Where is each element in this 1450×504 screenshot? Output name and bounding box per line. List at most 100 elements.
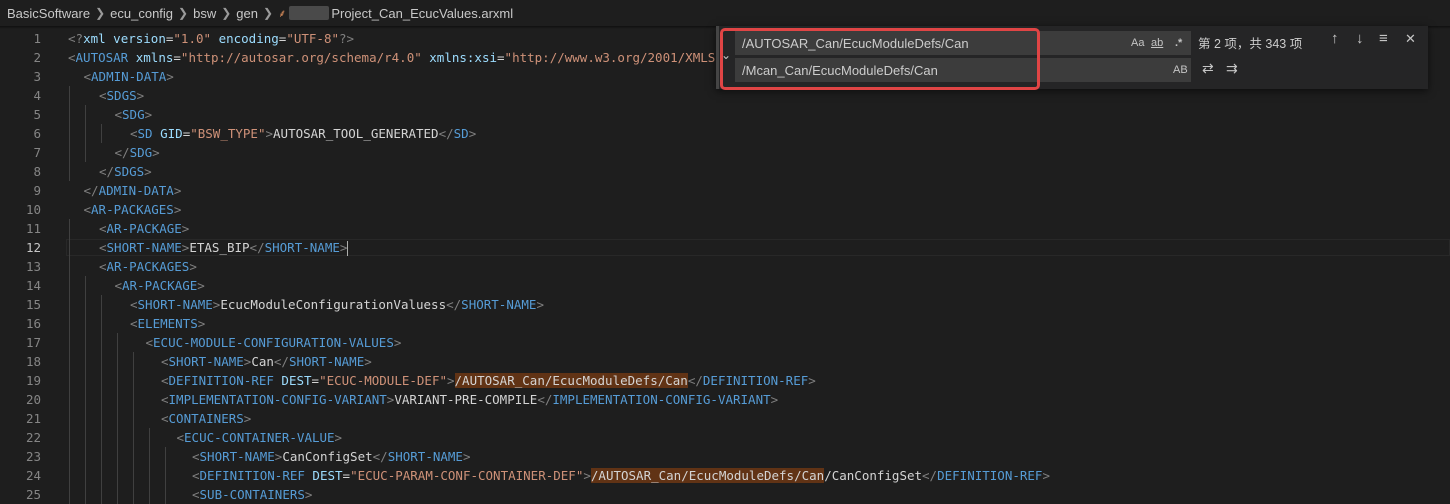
indent-guide: [149, 447, 150, 466]
indent-guide: [69, 238, 70, 257]
code-token: IMPLEMENTATION-CONFIG-VARIANT: [168, 392, 387, 407]
code-token: "ECUC-PARAM-CONF-CONTAINER-DEF": [350, 468, 584, 483]
code-line[interactable]: 8 </SDGS>: [0, 162, 1450, 181]
line-code[interactable]: <CONTAINERS>: [161, 409, 251, 428]
code-token: AUTOSAR: [75, 50, 136, 65]
code-token: SDG: [122, 107, 145, 122]
regex-icon[interactable]: .*: [1175, 35, 1182, 51]
line-code[interactable]: <AUTOSAR xmlns="http://autosar.org/schem…: [68, 48, 828, 67]
indent-guide: [69, 428, 70, 447]
code-token: EcucModuleConfigurationValuess: [220, 297, 447, 312]
find-input[interactable]: [735, 31, 1115, 55]
match-case-icon[interactable]: Aa: [1131, 35, 1144, 51]
code-line[interactable]: 18 <SHORT-NAME>Can</SHORT-NAME>: [0, 352, 1450, 371]
code-line[interactable]: 17 <ECUC-MODULE-CONFIGURATION-VALUES>: [0, 333, 1450, 352]
arrow-up-icon[interactable]: ↑: [1331, 31, 1339, 47]
line-code[interactable]: <?xml version="1.0" encoding="UTF-8"?>: [68, 29, 354, 48]
line-code[interactable]: <SDGS>: [99, 86, 144, 105]
resize-sash[interactable]: [716, 26, 719, 89]
code-line[interactable]: 22 <ECUC-CONTAINER-VALUE>: [0, 428, 1450, 447]
breadcrumb-item-file[interactable]: Project_Can_EcucValues.arxml: [331, 6, 513, 21]
replace-all-icon[interactable]: ⇉: [1226, 60, 1238, 77]
code-line[interactable]: 23 <SHORT-NAME>CanConfigSet</SHORT-NAME>: [0, 447, 1450, 466]
code-editor[interactable]: 1 <?xml version="1.0" encoding="UTF-8"?> 2…: [0, 26, 1450, 504]
line-number: 25: [25, 487, 41, 502]
code-line[interactable]: 11 <AR-PACKAGE>: [0, 219, 1450, 238]
code-line[interactable]: 25 <SUB-CONTAINERS>: [0, 485, 1450, 504]
indent-guide: [117, 352, 118, 371]
find-in-selection-icon[interactable]: ≡: [1379, 31, 1388, 47]
preserve-case-icon[interactable]: AB: [1173, 62, 1188, 78]
code-token: SDG: [129, 145, 153, 160]
line-code[interactable]: <SUB-CONTAINERS>: [192, 485, 312, 504]
code-token: >: [144, 164, 152, 179]
indent-guide: [165, 466, 166, 485]
arrow-down-icon[interactable]: ↓: [1356, 31, 1364, 47]
line-code[interactable]: <ECUC-MODULE-CONFIGURATION-VALUES>: [146, 333, 402, 352]
code-line[interactable]: 7 </SDG>: [0, 143, 1450, 162]
line-code[interactable]: <ECUC-CONTAINER-VALUE>: [177, 428, 343, 447]
code-line[interactable]: 12 <SHORT-NAME>ETAS_BIP</SHORT-NAME>: [0, 238, 1450, 257]
indent-guide: [117, 466, 118, 485]
code-line[interactable]: 21 <CONTAINERS>: [0, 409, 1450, 428]
indent-guide: [69, 447, 70, 466]
indent-guide: [69, 143, 70, 162]
whole-word-icon[interactable]: ab: [1151, 35, 1163, 51]
code-line[interactable]: 14 <AR-PACKAGE>: [0, 276, 1450, 295]
line-code[interactable]: <SHORT-NAME>Can</SHORT-NAME>: [161, 352, 372, 371]
line-code[interactable]: <SDG>: [115, 105, 153, 124]
code-token: ?>: [339, 31, 355, 46]
code-line[interactable]: 16 <ELEMENTS>: [0, 314, 1450, 333]
indent-guide: [69, 219, 70, 238]
line-code[interactable]: <SD GID="BSW_TYPE">AUTOSAR_TOOL_GENERATE…: [130, 124, 476, 143]
line-code[interactable]: <ELEMENTS>: [130, 314, 205, 333]
line-code[interactable]: <AR-PACKAGE>: [115, 276, 205, 295]
code-line[interactable]: 9 </ADMIN-DATA>: [0, 181, 1450, 200]
code-token: encoding: [218, 31, 279, 46]
code-line[interactable]: 19 <DEFINITION-REF DEST="ECUC-MODULE-DEF"…: [0, 371, 1450, 390]
close-icon[interactable]: ✕: [1405, 31, 1416, 47]
code-token: >: [166, 69, 174, 84]
code-line[interactable]: 13 <AR-PACKAGES>: [0, 257, 1450, 276]
breadcrumb-item-basicsoftware[interactable]: BasicSoftware: [7, 6, 90, 21]
breadcrumb-item-gen[interactable]: gen: [236, 6, 258, 21]
breadcrumb-item-ecu-config[interactable]: ecu_config: [110, 6, 173, 21]
line-code[interactable]: </SDG>: [115, 143, 160, 162]
replace-input[interactable]: [735, 58, 1115, 82]
code-token: </: [99, 164, 115, 179]
chevron-right-icon: ❯: [221, 6, 232, 20]
code-line[interactable]: 5 <SDG>: [0, 105, 1450, 124]
code-token: CONTAINERS: [168, 411, 244, 426]
code-token: </: [922, 468, 938, 483]
code-token: /CanConfigSet: [824, 468, 923, 483]
line-code[interactable]: <DEFINITION-REF DEST="ECUC-PARAM-CONF-CO…: [192, 466, 1050, 485]
replace-field: AB: [735, 58, 1191, 82]
code-line[interactable]: 24 <DEFINITION-REF DEST="ECUC-PARAM-CONF-…: [0, 466, 1450, 485]
line-code[interactable]: <SHORT-NAME>EcucModuleConfigurationValue…: [130, 295, 544, 314]
line-code[interactable]: <AR-PACKAGE>: [99, 219, 189, 238]
code-line[interactable]: 6 <SD GID="BSW_TYPE">AUTOSAR_TOOL_GENERAT…: [0, 124, 1450, 143]
line-code[interactable]: <AR-PACKAGES>: [99, 257, 197, 276]
line-code[interactable]: </SDGS>: [99, 162, 152, 181]
line-code[interactable]: <ADMIN-DATA>: [84, 67, 174, 86]
line-code[interactable]: <SHORT-NAME>ETAS_BIP</SHORT-NAME>: [99, 238, 349, 257]
replace-icon[interactable]: ⇄: [1202, 60, 1214, 77]
code-line[interactable]: 20 <IMPLEMENTATION-CONFIG-VARIANT>VARIANT…: [0, 390, 1450, 409]
code-token: >: [144, 107, 153, 122]
toggle-replace-icon[interactable]: ⌄: [721, 48, 731, 62]
code-line[interactable]: 10 <AR-PACKAGES>: [0, 200, 1450, 219]
indent-guide: [69, 105, 70, 124]
breadcrumb-item-bsw[interactable]: bsw: [193, 6, 216, 21]
code-token: <: [99, 259, 107, 274]
line-code[interactable]: <DEFINITION-REF DEST="ECUC-MODULE-DEF">/…: [161, 371, 816, 390]
code-token: </: [372, 449, 388, 464]
line-code[interactable]: <AR-PACKAGES>: [84, 200, 182, 219]
code-token: <: [83, 202, 92, 217]
line-code[interactable]: <SHORT-NAME>CanConfigSet</SHORT-NAME>: [192, 447, 471, 466]
code-token: SHORT-NAME: [199, 449, 275, 464]
code-token: </: [687, 373, 703, 388]
line-number: 8: [33, 164, 41, 179]
line-code[interactable]: <IMPLEMENTATION-CONFIG-VARIANT>VARIANT-P…: [161, 390, 778, 409]
code-line[interactable]: 15 <SHORT-NAME>EcucModuleConfigurationVal…: [0, 295, 1450, 314]
line-code[interactable]: </ADMIN-DATA>: [84, 181, 182, 200]
